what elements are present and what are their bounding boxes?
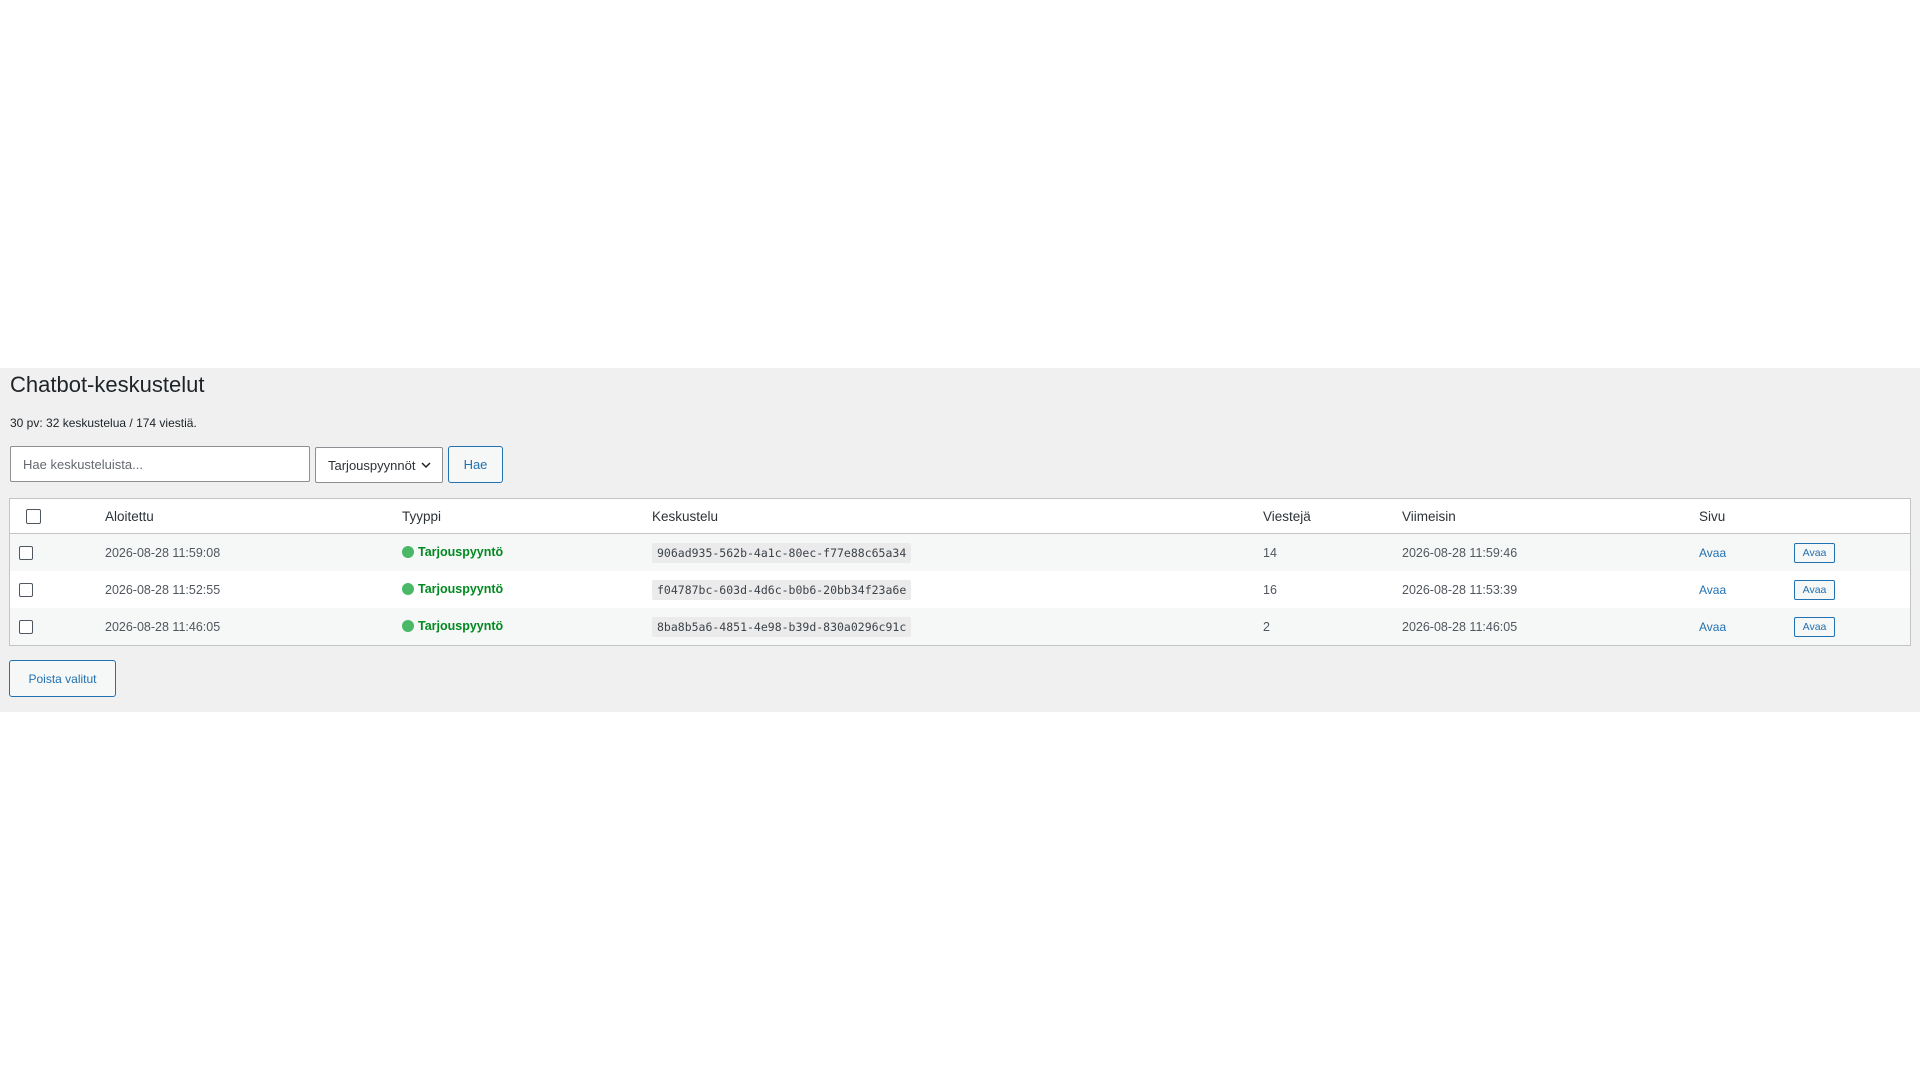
type-label: Tarjouspyyntö [418,544,504,559]
column-header-started[interactable]: Aloitettu [105,499,402,534]
page-open-link[interactable]: Avaa [1699,546,1726,560]
column-header-conversation[interactable]: Keskustelu [652,499,1263,534]
type-label: Tarjouspyyntö [418,581,504,596]
type-badge: Tarjouspyyntö [402,619,503,633]
table-row: 2026-08-28 11:52:55 Tarjouspyyntö f04787… [10,571,1910,608]
row-checkbox[interactable] [19,619,33,634]
table-header-row: Aloitettu Tyyppi Keskustelu Viestejä Vii… [10,499,1910,534]
type-filter-value: Tarjouspyynnöt [328,457,416,473]
messages-cell: 14 [1263,545,1277,560]
column-header-actions [1794,499,1910,534]
table-row: 2026-08-28 11:59:08 Tarjouspyyntö 906ad9… [10,533,1910,571]
green-dot-icon [402,582,414,595]
table-row: 2026-08-28 11:46:05 Tarjouspyyntö 8ba8b5… [10,608,1910,645]
column-header-type[interactable]: Tyyppi [402,499,652,534]
type-filter-select[interactable]: Tarjouspyynnöt [315,447,443,483]
row-checkbox[interactable] [19,545,33,560]
open-conversation-button[interactable]: Avaa [1794,579,1835,600]
started-cell: 2026-08-28 11:52:55 [105,582,221,597]
green-dot-icon [402,619,414,632]
page-open-link[interactable]: Avaa [1699,620,1726,634]
conversation-id: f04787bc-603d-4d6c-b0b6-20bb34f23a6e [652,579,912,600]
conversation-id: 906ad935-562b-4a1c-80ec-f77e88c65a34 [652,542,912,563]
open-conversation-button[interactable]: Avaa [1794,616,1835,637]
stats-summary: 30 pv: 32 keskustelua / 174 viestiä. [10,416,197,430]
column-header-messages[interactable]: Viestejä [1263,499,1402,534]
select-all-cell [10,499,105,534]
latest-cell: 2026-08-28 11:46:05 [1402,619,1518,634]
type-label: Tarjouspyyntö [418,618,504,633]
chevron-down-icon [421,462,431,469]
select-all-checkbox[interactable] [26,508,41,524]
conversation-id: 8ba8b5a6-4851-4e98-b39d-830a0296c91c [652,616,912,637]
messages-cell: 16 [1263,582,1277,597]
search-input[interactable] [10,446,310,482]
conversations-table: Aloitettu Tyyppi Keskustelu Viestejä Vii… [9,498,1911,646]
type-badge: Tarjouspyyntö [402,545,503,559]
column-header-latest[interactable]: Viimeisin [1402,499,1699,534]
delete-selected-button[interactable]: Poista valitut [9,660,116,697]
row-checkbox[interactable] [19,582,33,597]
page-title: Chatbot-keskustelut [10,372,205,397]
search-button[interactable]: Hae [448,446,503,483]
messages-cell: 2 [1263,619,1270,634]
page-open-link[interactable]: Avaa [1699,583,1726,597]
started-cell: 2026-08-28 11:59:08 [105,545,221,560]
open-conversation-button[interactable]: Avaa [1794,542,1835,563]
green-dot-icon [402,545,414,558]
type-badge: Tarjouspyyntö [402,582,503,596]
column-header-page[interactable]: Sivu [1699,499,1794,534]
started-cell: 2026-08-28 11:46:05 [105,619,221,634]
latest-cell: 2026-08-28 11:53:39 [1402,582,1518,597]
latest-cell: 2026-08-28 11:59:46 [1402,545,1518,560]
